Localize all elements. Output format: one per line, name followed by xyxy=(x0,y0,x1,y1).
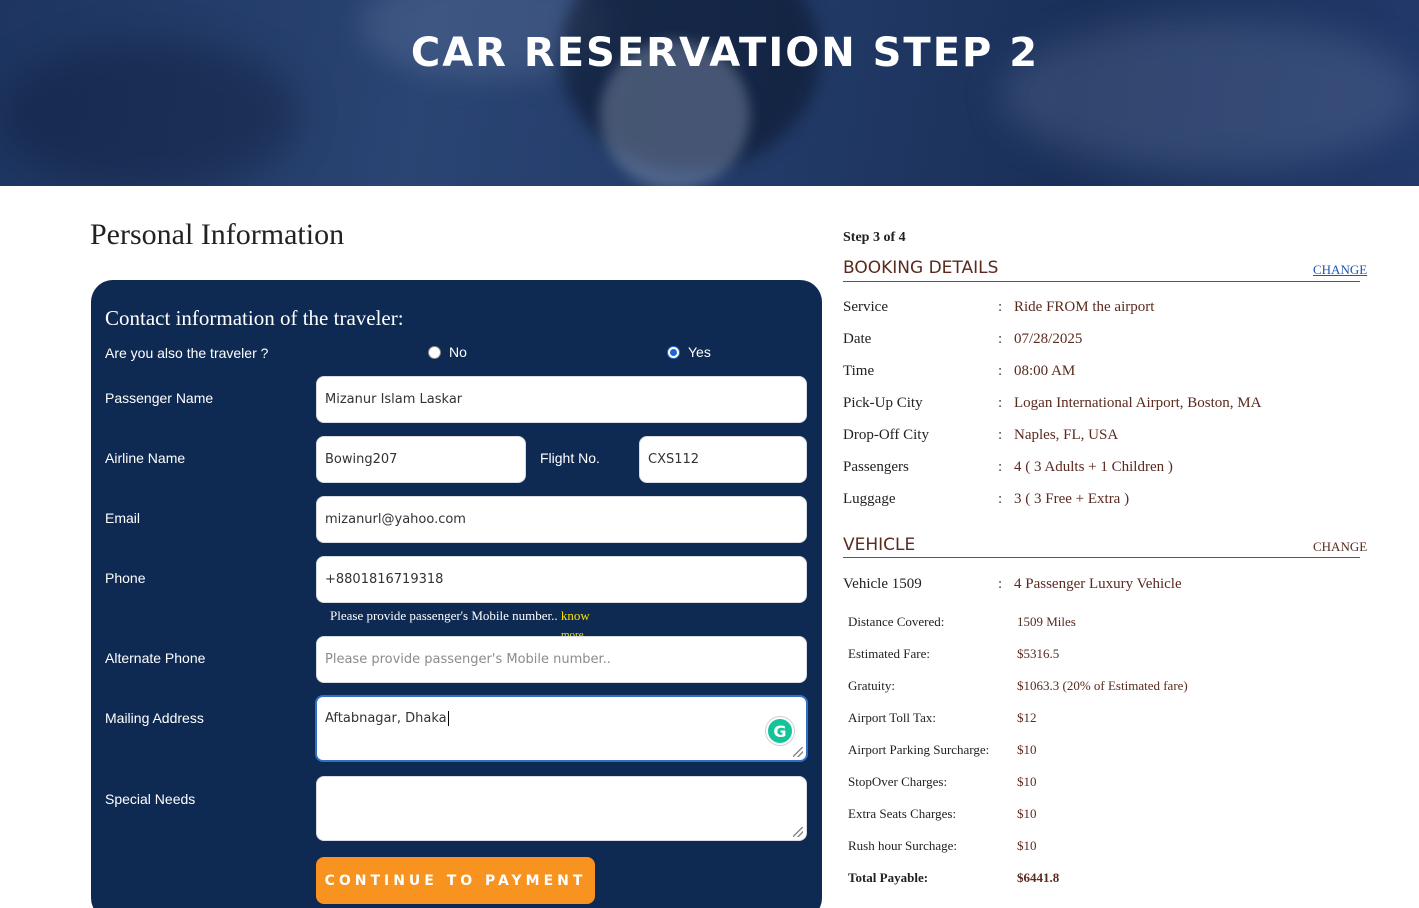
booking-row-label: Passengers xyxy=(843,459,909,475)
total-payable-value: $6441.8 xyxy=(1017,870,1060,885)
passenger-name-input[interactable]: Mizanur Islam Laskar xyxy=(316,376,807,423)
phone-hint-text: Please provide passenger's Mobile number… xyxy=(330,608,558,623)
booking-row-value: 3 ( 3 Free + Extra ) xyxy=(1014,491,1130,507)
fare-row-label: Estimated Fare: xyxy=(848,646,930,661)
fare-row-label: Rush hour Surchage: xyxy=(848,838,958,853)
vehicle-colon: : xyxy=(998,576,1003,592)
phone-label: Phone xyxy=(105,570,146,586)
vehicle-label: Vehicle 1509 xyxy=(843,576,922,592)
fare-row-value: $10 xyxy=(1017,774,1037,789)
vehicle-title: VEHICLE xyxy=(843,535,916,555)
booking-row-colon: : xyxy=(998,491,1003,507)
traveler-question-label: Are you also the traveler ? xyxy=(105,345,269,361)
flight-no-label: Flight No. xyxy=(540,450,600,466)
radio-no-label: No xyxy=(449,344,467,360)
booking-row-label: Service xyxy=(843,299,888,315)
booking-row-label: Luggage xyxy=(843,491,896,507)
hero-banner: CAR RESERVATION STEP 2 xyxy=(0,0,1419,186)
airline-name-input[interactable]: Bowing207 xyxy=(316,436,526,483)
radio-yes-indicator[interactable] xyxy=(667,345,680,359)
form-card-title: Contact information of the traveler: xyxy=(105,306,404,330)
booking-row-value: 08:00 AM xyxy=(1014,363,1076,379)
vehicle-change-link[interactable]: CHANGE xyxy=(1313,539,1367,555)
step-indicator: Step 3 of 4 xyxy=(843,230,906,245)
fare-row-value: $10 xyxy=(1017,742,1037,757)
page-title: CAR RESERVATION STEP 2 xyxy=(410,30,1040,76)
section-title-personal-information: Personal Information xyxy=(90,218,345,251)
radio-option-no[interactable]: No xyxy=(428,344,467,360)
fare-row-value: $10 xyxy=(1017,806,1037,821)
booking-details-title: BOOKING DETAILS xyxy=(843,258,999,278)
booking-row-colon: : xyxy=(998,427,1003,443)
alternate-phone-label: Alternate Phone xyxy=(105,650,206,666)
booking-row-colon: : xyxy=(998,299,1003,315)
booking-row-label: Pick-Up City xyxy=(843,395,923,411)
total-payable-label: Total Payable: xyxy=(848,870,929,885)
booking-row-colon: : xyxy=(998,459,1003,475)
special-needs-label: Special Needs xyxy=(105,791,196,807)
booking-row-label: Time xyxy=(843,363,875,379)
fare-row-value: 1509 Miles xyxy=(1017,614,1076,629)
vehicle-divider xyxy=(843,557,1360,558)
mailing-address-value: Aftabnagar, Dhaka xyxy=(325,711,447,726)
phone-input[interactable]: +8801816719318 xyxy=(316,556,807,603)
resize-handle-icon[interactable] xyxy=(793,747,803,757)
fare-row-label: Airport Parking Surcharge: xyxy=(848,742,990,757)
airline-name-label: Airline Name xyxy=(105,450,186,466)
fare-row-value: $10 xyxy=(1017,838,1037,853)
fare-row-value: $1063.3 (20% of Estimated fare) xyxy=(1017,678,1188,693)
booking-row-value: 07/28/2025 xyxy=(1014,331,1083,347)
vehicle-value: 4 Passenger Luxury Vehicle xyxy=(1014,576,1182,592)
booking-row-colon: : xyxy=(998,395,1003,411)
booking-row-value: Logan International Airport, Boston, MA xyxy=(1014,395,1262,411)
booking-row-value: Ride FROM the airport xyxy=(1014,299,1155,315)
radio-yes-label: Yes xyxy=(688,344,711,360)
fare-row-value: $12 xyxy=(1017,710,1037,725)
radio-no-indicator[interactable] xyxy=(428,345,441,359)
mailing-address-textarea[interactable]: Aftabnagar, Dhaka G xyxy=(315,695,808,762)
fare-row-label: StopOver Charges: xyxy=(848,774,948,789)
phone-hint: Please provide passenger's Mobile number… xyxy=(330,608,590,624)
know-more-link[interactable]: know xyxy=(561,608,590,623)
flight-no-input[interactable]: CXS112 xyxy=(639,436,807,483)
booking-row-colon: : xyxy=(998,363,1003,379)
email-input[interactable]: mizanurl@yahoo.com xyxy=(316,496,807,543)
fare-row-value: $5316.5 xyxy=(1017,646,1060,661)
continue-to-payment-button[interactable]: CONTINUE TO PAYMENT xyxy=(316,857,595,904)
alternate-phone-input[interactable]: Please provide passenger's Mobile number… xyxy=(316,636,807,683)
email-label: Email xyxy=(105,510,141,526)
booking-row-label: Date xyxy=(843,331,872,347)
fare-row-label: Gratuity: xyxy=(848,678,895,693)
text-caret xyxy=(447,711,449,726)
booking-row-value: Naples, FL, USA xyxy=(1014,427,1119,443)
booking-row-value: 4 ( 3 Adults + 1 Children ) xyxy=(1014,459,1173,475)
fare-row-label: Extra Seats Charges: xyxy=(848,806,957,821)
mailing-address-label: Mailing Address xyxy=(105,710,204,726)
booking-details-divider xyxy=(843,281,1360,282)
fare-row-label: Distance Covered: xyxy=(848,614,945,629)
special-needs-textarea[interactable] xyxy=(316,776,807,841)
booking-change-link[interactable]: CHANGE xyxy=(1313,262,1367,278)
radio-option-yes[interactable]: Yes xyxy=(667,344,711,360)
fare-row-label: Airport Toll Tax: xyxy=(848,710,936,725)
booking-row-colon: : xyxy=(998,331,1003,347)
resize-handle-icon[interactable] xyxy=(793,827,803,837)
booking-row-label: Drop-Off City xyxy=(843,427,929,443)
grammarly-icon[interactable]: G xyxy=(766,717,794,745)
passenger-name-label: Passenger Name xyxy=(105,390,214,406)
